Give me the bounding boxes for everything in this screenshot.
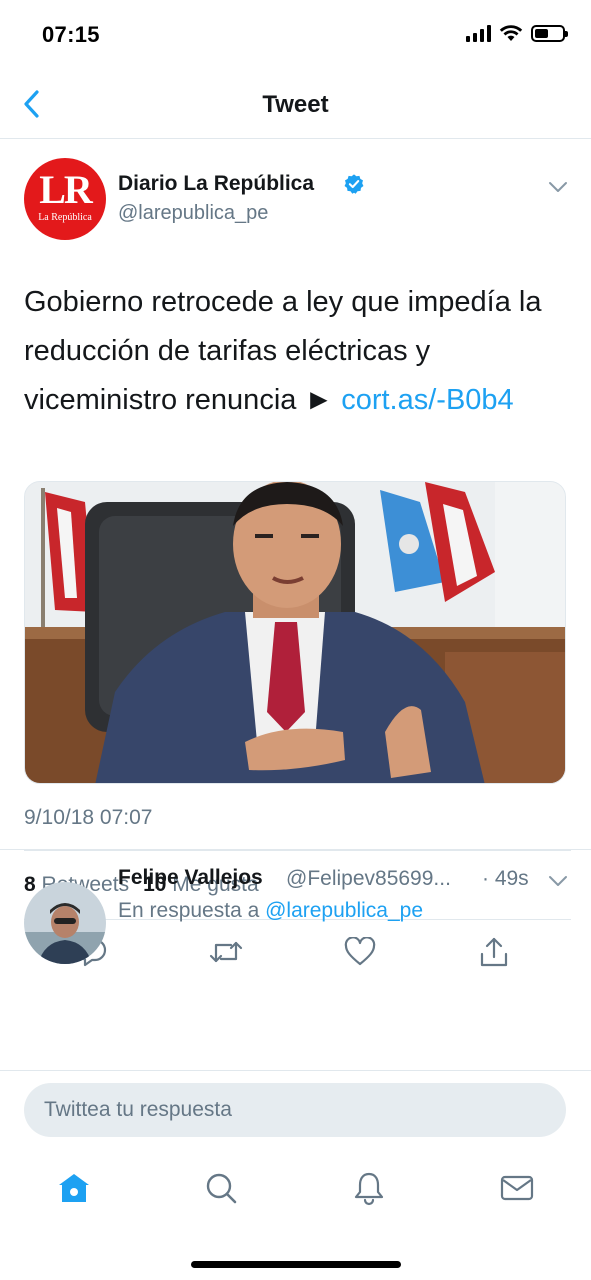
bell-icon: [354, 1172, 384, 1206]
wifi-icon: [499, 25, 523, 41]
status-time: 07:15: [42, 22, 100, 47]
status-bar: 07:15: [0, 0, 591, 72]
reply-author-handle: @Felipev85699...: [286, 867, 451, 890]
tweet-text: Gobierno retrocede a ley que impedía la …: [24, 278, 569, 425]
reply-to-prefix: En respuesta a: [118, 899, 266, 922]
author-avatar[interactable]: LR La República: [24, 158, 106, 240]
home-indicator[interactable]: [191, 1261, 401, 1268]
reply-input[interactable]: [24, 1083, 566, 1137]
tab-bar: [0, 1158, 591, 1280]
tab-messages[interactable]: [497, 1168, 537, 1208]
tweet-photo[interactable]: [24, 481, 566, 784]
reply-context: En respuesta a @larepublica_pe: [118, 899, 423, 923]
author-handle: @larepublica_pe: [118, 202, 269, 224]
reply-time: · 49s: [482, 867, 529, 890]
reply-avatar[interactable]: [24, 882, 106, 964]
tab-search[interactable]: [201, 1168, 241, 1208]
cellular-signal-icon: [466, 24, 491, 42]
nav-bar: Tweet: [0, 72, 591, 139]
reply-author-name[interactable]: Felipe Vallejos: [118, 866, 263, 890]
avatar-logo-subtext: La República: [38, 212, 92, 223]
battery-icon: [531, 24, 568, 42]
avatar-logo-text: LR: [39, 167, 93, 212]
tweet-timestamp: 9/10/18 07:07: [24, 806, 153, 829]
mail-icon: [500, 1175, 534, 1201]
tab-notifications[interactable]: [349, 1168, 389, 1208]
page-title: Tweet: [262, 91, 329, 118]
search-icon: [206, 1173, 237, 1204]
status-icons: [466, 24, 568, 42]
chevron-down-icon[interactable]: [547, 176, 569, 198]
verified-badge-icon: [344, 174, 364, 194]
reply-composer: [0, 1070, 591, 1158]
reply-avatar-photo: [24, 882, 106, 964]
author-name[interactable]: Diario La República: [118, 172, 314, 196]
photo-official-speaking: [25, 482, 565, 783]
tweet-link[interactable]: cort.as/-B0b4: [341, 384, 513, 416]
home-icon: [59, 1174, 89, 1202]
reply-item[interactable]: Felipe Vallejos @Felipev85699... · 49s E…: [0, 850, 591, 1070]
tab-home[interactable]: [54, 1168, 94, 1208]
reply-to-handle[interactable]: @larepublica_pe: [265, 899, 423, 922]
chevron-down-icon[interactable]: [547, 870, 569, 892]
